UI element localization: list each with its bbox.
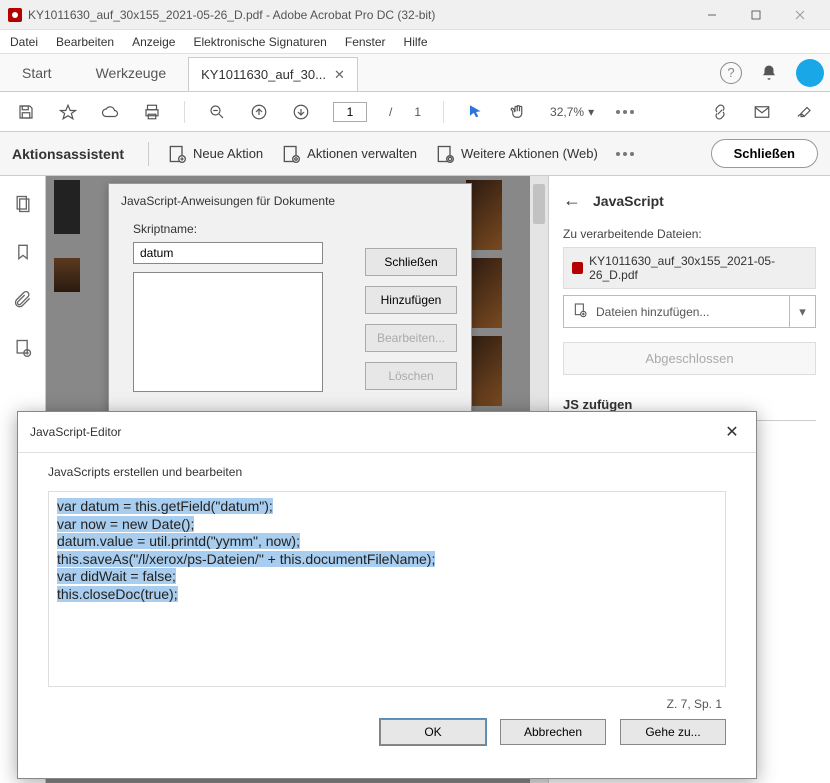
help-icon[interactable]: ?: [720, 62, 742, 84]
chevron-down-icon: ▾: [588, 105, 594, 119]
zoom-select[interactable]: 32,7% ▾: [550, 105, 594, 119]
right-pane-title: JavaScript: [593, 193, 664, 209]
add-files-dropdown[interactable]: ▾: [790, 295, 816, 328]
editor-goto-button[interactable]: Gehe zu...: [620, 719, 726, 745]
tab-document[interactable]: KY1011630_auf_30... ✕: [188, 57, 358, 91]
code-line: this.closeDoc(true);: [57, 586, 178, 602]
bookmark-icon[interactable]: [13, 242, 33, 262]
wizard-new-action-label: Neue Aktion: [193, 146, 263, 161]
dialog-edit-button[interactable]: Bearbeiten...: [365, 324, 457, 352]
wizard-more-web-label: Weitere Aktionen (Web): [461, 146, 598, 161]
menu-window[interactable]: Fenster: [345, 35, 386, 49]
dialog-delete-button[interactable]: Löschen: [365, 362, 457, 390]
file-item[interactable]: KY1011630_auf_30x155_2021-05-26_D.pdf: [563, 247, 816, 289]
editor-cancel-button[interactable]: Abbrechen: [500, 719, 606, 745]
title-bar: KY1011630_auf_30x155_2021-05-26_D.pdf - …: [0, 0, 830, 30]
cursor-position: Z. 7, Sp. 1: [18, 693, 756, 715]
menu-file[interactable]: Datei: [10, 35, 38, 49]
done-button[interactable]: Abgeschlossen: [563, 342, 816, 375]
back-icon[interactable]: ←: [563, 190, 581, 211]
add-files-label: Dateien hinzufügen...: [596, 305, 709, 319]
pdf-icon: [572, 262, 583, 274]
code-line: this.saveAs("/l/xerox/ps-Dateien/" + thi…: [57, 551, 435, 567]
star-icon[interactable]: [58, 102, 78, 122]
minimize-button[interactable]: [690, 0, 734, 30]
page-separator: /: [389, 105, 392, 119]
dialog-add-button[interactable]: Hinzufügen: [365, 286, 457, 314]
code-line: var didWait = false;: [57, 568, 176, 584]
page-number-input[interactable]: [333, 102, 367, 122]
menu-esig[interactable]: Elektronische Signaturen: [193, 35, 326, 49]
page-thumb: [54, 180, 80, 234]
editor-close-icon[interactable]: ✕: [720, 420, 744, 444]
menu-bar: Datei Bearbeiten Anzeige Elektronische S…: [0, 30, 830, 54]
window-title: KY1011630_auf_30x155_2021-05-26_D.pdf - …: [28, 8, 690, 22]
add-files-button[interactable]: Dateien hinzufügen...: [563, 295, 790, 328]
add-file-icon: [572, 302, 588, 321]
next-page-icon[interactable]: [291, 102, 311, 122]
main-toolbar: / 1 32,7% ▾: [0, 92, 830, 132]
tab-tools[interactable]: Werkzeuge: [74, 54, 189, 91]
bell-icon[interactable]: [760, 64, 778, 82]
code-editor[interactable]: var datum = this.getField("datum"); var …: [48, 491, 726, 687]
link-icon[interactable]: [710, 102, 730, 122]
dialog-title: JavaScript-Anweisungen für Dokumente: [109, 184, 471, 218]
menu-edit[interactable]: Bearbeiten: [56, 35, 114, 49]
script-name-label: Skriptname:: [109, 218, 471, 238]
wizard-close-button[interactable]: Schließen: [711, 139, 818, 168]
tab-document-label: KY1011630_auf_30...: [201, 67, 326, 82]
editor-subtitle: JavaScripts erstellen und bearbeiten: [18, 453, 756, 485]
wizard-manage[interactable]: Aktionen verwalten: [281, 144, 417, 164]
tab-close-icon[interactable]: ✕: [334, 67, 345, 83]
code-line: var datum = this.getField("datum");: [57, 498, 273, 514]
document-scripts-dialog: JavaScript-Anweisungen für Dokumente Skr…: [108, 183, 472, 415]
tab-start[interactable]: Start: [0, 54, 74, 91]
file-name: KY1011630_auf_30x155_2021-05-26_D.pdf: [589, 254, 807, 282]
script-list[interactable]: [133, 272, 323, 392]
wizard-title: Aktionsassistent: [12, 146, 130, 162]
new-action-icon: [167, 144, 187, 164]
more-icon[interactable]: [616, 110, 634, 114]
wizard-manage-label: Aktionen verwalten: [307, 146, 417, 161]
hand-icon[interactable]: [508, 102, 528, 122]
javascript-editor-dialog: JavaScript-Editor ✕ JavaScripts erstelle…: [17, 411, 757, 779]
page-total: 1: [414, 105, 421, 119]
tab-row: Start Werkzeuge KY1011630_auf_30... ✕ ?: [0, 54, 830, 92]
prev-page-icon[interactable]: [249, 102, 269, 122]
action-wizard-bar: Aktionsassistent Neue Aktion Aktionen ve…: [0, 132, 830, 176]
mail-icon[interactable]: [752, 102, 772, 122]
manage-icon: [281, 144, 301, 164]
editor-dialog-title: JavaScript-Editor: [30, 425, 720, 439]
zoom-value: 32,7%: [550, 105, 584, 119]
save-icon[interactable]: [16, 102, 36, 122]
print-icon[interactable]: [142, 102, 162, 122]
menu-view[interactable]: Anzeige: [132, 35, 175, 49]
editor-ok-button[interactable]: OK: [380, 719, 486, 745]
files-label: Zu verarbeitende Dateien:: [563, 227, 816, 241]
sign-icon[interactable]: [794, 102, 814, 122]
wizard-new-action[interactable]: Neue Aktion: [167, 144, 263, 164]
menu-help[interactable]: Hilfe: [404, 35, 428, 49]
zoom-out-icon[interactable]: [207, 102, 227, 122]
attachment-icon[interactable]: [13, 290, 33, 310]
pointer-icon[interactable]: [466, 102, 486, 122]
wizard-more-icon[interactable]: [616, 152, 634, 156]
web-icon: [435, 144, 455, 164]
code-line: var now = new Date();: [57, 516, 194, 532]
maximize-button[interactable]: [734, 0, 778, 30]
avatar[interactable]: [796, 59, 824, 87]
page-thumb: [54, 258, 80, 292]
code-line: datum.value = util.printd("yymm", now);: [57, 533, 300, 549]
cloud-icon[interactable]: [100, 102, 120, 122]
close-window-button[interactable]: [778, 0, 822, 30]
convert-icon[interactable]: [13, 338, 33, 358]
app-icon: [8, 8, 22, 22]
dialog-close-button[interactable]: Schließen: [365, 248, 457, 276]
pages-icon[interactable]: [13, 194, 33, 214]
script-name-input[interactable]: [133, 242, 323, 264]
wizard-more-web[interactable]: Weitere Aktionen (Web): [435, 144, 598, 164]
